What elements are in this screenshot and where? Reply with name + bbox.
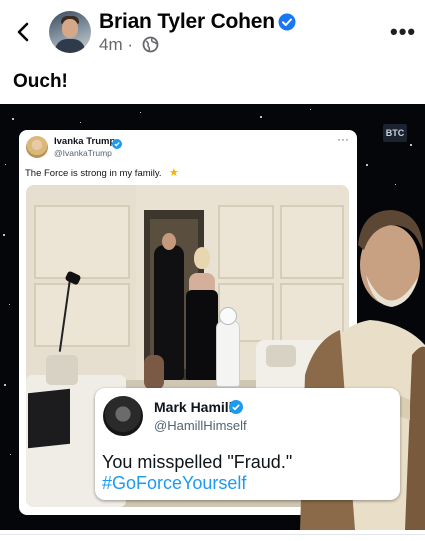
tweet-verified-icon xyxy=(112,136,122,149)
post-timestamp[interactable]: 4m · xyxy=(99,35,133,55)
tweet-avatar xyxy=(26,136,48,158)
post-divider xyxy=(0,534,425,535)
star-emoji-icon: ★ xyxy=(169,167,179,179)
reply-handle: @HamillHimself xyxy=(154,418,247,433)
author-name[interactable]: Brian Tyler Cohen xyxy=(99,10,275,34)
watermark-badge: BTC xyxy=(383,124,407,142)
globe-icon xyxy=(142,36,159,53)
tweet-author-name: Ivanka Trump xyxy=(54,136,116,147)
reply-tweet-card: Mark Hamill @HamillHimself You misspelle… xyxy=(95,388,400,500)
reply-author-name: Mark Hamill xyxy=(154,399,233,415)
more-options-icon[interactable]: ••• xyxy=(390,21,416,43)
tweet-text: The Force is strong in my family. xyxy=(25,168,162,179)
post-caption: Ouch! xyxy=(13,71,68,92)
tweet-more-icon: ··· xyxy=(337,132,349,146)
reply-text: You misspelled "Fraud." xyxy=(102,452,293,472)
reply-avatar xyxy=(103,396,143,436)
reply-hashtag: #GoForceYourself xyxy=(102,473,247,493)
tweet-handle: @IvankaTrump xyxy=(54,148,112,158)
reply-verified-icon xyxy=(229,400,243,414)
verified-badge-icon xyxy=(278,13,296,31)
author-avatar[interactable] xyxy=(49,11,91,53)
back-arrow-icon[interactable] xyxy=(12,20,36,44)
